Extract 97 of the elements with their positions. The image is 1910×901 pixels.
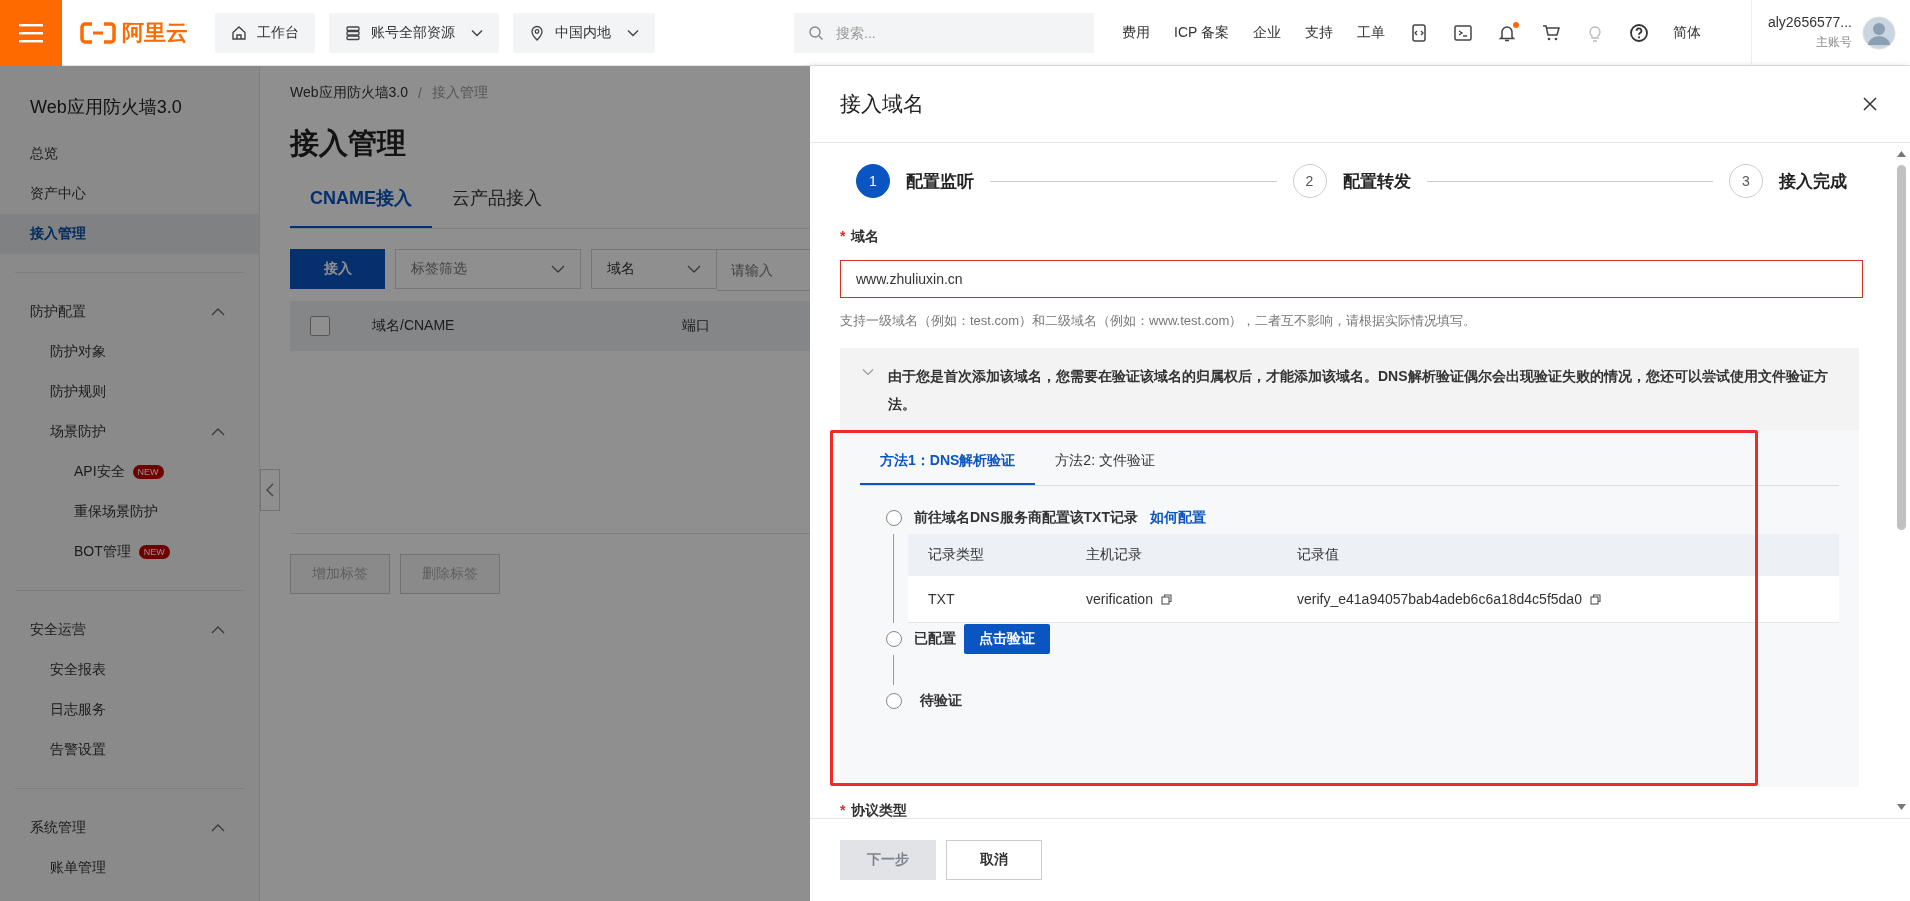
top-nav-link[interactable]: 费用 <box>1122 23 1150 42</box>
chevron-down-icon <box>687 265 701 273</box>
nav-button[interactable]: 中国内地 <box>513 12 655 53</box>
account-role: 主账号 <box>1816 34 1852 51</box>
required-asterisk: * <box>840 802 846 818</box>
top-nav-link[interactable]: 工单 <box>1357 23 1385 42</box>
table-cell: TXT <box>928 591 955 607</box>
step-number: 1 <box>856 164 890 198</box>
menu-button[interactable] <box>0 0 62 66</box>
chevron-down-icon <box>627 28 639 37</box>
chevron-left-icon <box>266 483 274 497</box>
step-label: 配置监听 <box>906 170 974 193</box>
search-key-select[interactable]: 域名 <box>591 249 717 289</box>
home-icon <box>231 24 247 41</box>
field-label: 域名 <box>851 228 880 246</box>
required-asterisk: * <box>840 228 846 246</box>
product-title: Web应用防火墙3.0 <box>29 96 183 119</box>
new-badge: NEW <box>138 545 170 559</box>
top-nav-link[interactable]: 支持 <box>1305 23 1333 42</box>
help-icon[interactable] <box>1629 22 1649 43</box>
method-tab[interactable]: 方法1：DNS解析验证 <box>860 442 1036 485</box>
table-cell: verification <box>1086 591 1153 607</box>
sidebar-group[interactable]: 系统管理 <box>0 808 259 848</box>
sidebar-item[interactable]: API安全 <box>74 463 125 481</box>
tab[interactable]: CNAME接入 <box>290 186 432 228</box>
logo-icon <box>80 21 116 44</box>
sidebar-item[interactable]: 安全报表 <box>0 650 259 690</box>
step-text: 前往域名DNS服务商配置该TXT记录 <box>914 509 1138 527</box>
sidebar-item[interactable]: 账单管理 <box>0 848 259 888</box>
sidebar-item[interactable]: 防护规则 <box>0 372 259 412</box>
chevron-down-icon <box>471 28 483 37</box>
nav-button[interactable]: 工作台 <box>215 12 315 53</box>
scroll-up-icon[interactable] <box>1897 151 1906 157</box>
method-tab[interactable]: 方法2: 文件验证 <box>1035 442 1175 485</box>
collapse-handle[interactable] <box>260 469 280 511</box>
sidebar-item[interactable]: 防护对象 <box>0 332 259 372</box>
column-header: 端口 <box>682 317 710 335</box>
step-text: 已配置 <box>914 630 956 648</box>
tab[interactable]: 云产品接入 <box>432 186 562 228</box>
nav-button[interactable]: 账号全部资源 <box>329 12 499 53</box>
select-all-checkbox[interactable] <box>310 316 330 336</box>
language-link[interactable]: 简体 <box>1673 23 1701 42</box>
column-header: 域名/CNAME <box>372 317 456 335</box>
sidebar-item[interactable]: 重保场景防护 <box>74 503 158 521</box>
close-icon[interactable] <box>1862 96 1878 112</box>
avatar-icon[interactable] <box>1862 15 1896 50</box>
logo-text[interactable]: 阿里云 <box>122 17 188 48</box>
search-input[interactable]: 搜索... <box>834 23 1080 42</box>
chevron-down-icon <box>551 265 565 273</box>
sidebar-item[interactable]: BOT管理 <box>74 543 131 561</box>
domain-input[interactable]: www.zhuliuxin.cn <box>840 260 1863 298</box>
sidebar-item[interactable]: 接入管理 <box>0 214 259 254</box>
cart-icon[interactable] <box>1541 22 1561 43</box>
menu-icon <box>19 22 43 43</box>
footer-button[interactable]: 取消 <box>946 840 1042 880</box>
terminal-icon[interactable] <box>1453 22 1473 43</box>
table-cell: verify_e41a94057bab4adeb6c6a18d4c5f5da0 <box>1297 591 1582 607</box>
step-label: 接入完成 <box>1779 170 1847 193</box>
sidebar-item[interactable]: 场景防护 <box>0 412 259 452</box>
add-button[interactable]: 接入 <box>290 249 385 289</box>
sidebar-item[interactable]: 资产中心 <box>0 174 259 214</box>
stack-icon <box>345 24 361 41</box>
help-link[interactable]: 如何配置 <box>1150 509 1206 527</box>
step-label: 配置转发 <box>1342 170 1411 193</box>
top-nav-link[interactable]: ICP 备案 <box>1174 23 1229 42</box>
column-header: 主机记录 <box>1086 546 1143 564</box>
search-icon <box>808 24 824 41</box>
sidebar-item[interactable]: 日志服务 <box>0 690 259 730</box>
location-pin-icon <box>529 24 545 41</box>
step-radio[interactable] <box>886 693 902 709</box>
step-text: 待验证 <box>920 692 962 710</box>
copy-icon[interactable] <box>1160 593 1172 605</box>
breadcrumb-link[interactable]: Web应用防火墙3.0 <box>290 84 408 102</box>
account-name[interactable]: aly2656577... <box>1767 14 1852 30</box>
drawer-title: 接入域名 <box>840 91 924 117</box>
field-hint: 支持一级域名（例如：test.com）和二级域名（例如：www.test.com），二者互不影响，请根据实际情况填写。 <box>840 312 1478 330</box>
scroll-down-icon[interactable] <box>1897 804 1906 810</box>
code-document-icon[interactable] <box>1409 22 1429 43</box>
new-badge: NEW <box>132 465 164 479</box>
sidebar-item[interactable]: 告警设置 <box>0 730 259 770</box>
column-header: 记录类型 <box>928 546 985 564</box>
top-nav-link[interactable]: 企业 <box>1253 23 1281 42</box>
page-title: 接入管理 <box>290 126 407 161</box>
sidebar-group[interactable]: 防护配置 <box>0 292 259 332</box>
sidebar-group[interactable]: 安全运营 <box>0 610 259 650</box>
breadcrumb-separator: / <box>418 85 422 101</box>
step-radio[interactable] <box>886 631 902 647</box>
column-header: 记录值 <box>1297 546 1339 564</box>
step-radio[interactable] <box>886 510 902 526</box>
sidebar-item[interactable]: 总览 <box>0 134 259 174</box>
notice-text: 由于您是首次添加该域名，您需要在验证该域名的归属权后，才能添加该域名。DNS解析验证偶尔会出现验证失败的情况，您还可以尝试使用文件验证方法。 <box>888 367 1829 414</box>
verify-button[interactable]: 点击验证 <box>964 624 1050 654</box>
field-label: 协议类型 <box>851 802 908 818</box>
tag-filter-select[interactable]: 标签筛选 <box>395 249 581 289</box>
search-input[interactable]: 请输入 <box>717 250 810 290</box>
copy-icon[interactable] <box>1589 593 1601 605</box>
search-field[interactable]: 搜索... <box>794 12 1094 53</box>
